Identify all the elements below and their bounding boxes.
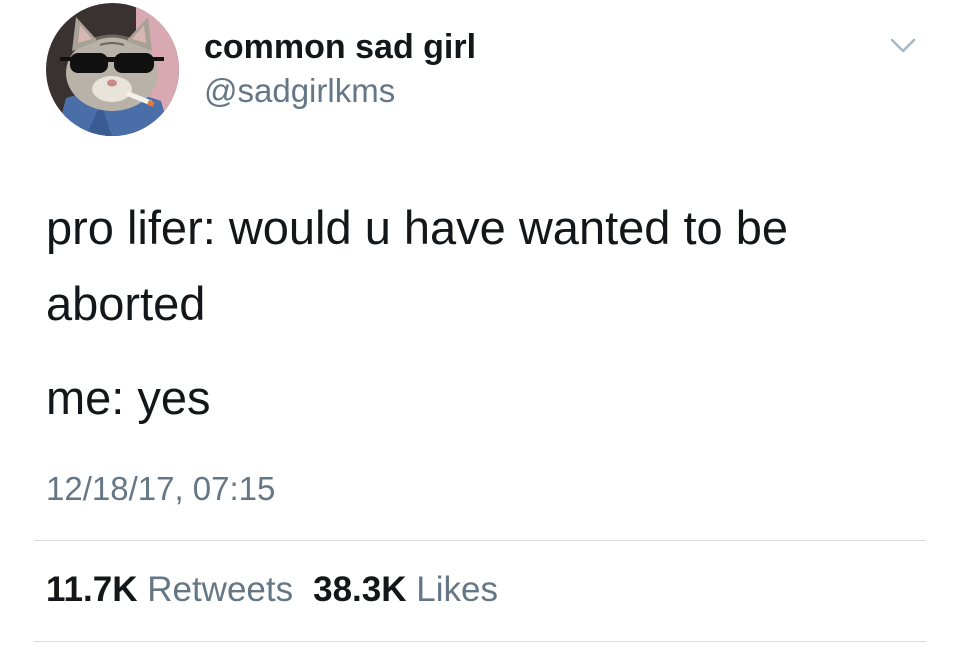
- tweet-card: common sad girl @sadgirlkms pro lifer: w…: [0, 0, 960, 647]
- display-name[interactable]: common sad girl: [204, 28, 476, 67]
- tweet-text-line: me: yes: [46, 371, 211, 425]
- tweet-text: pro lifer: would u have wanted to be abo…: [46, 190, 926, 436]
- user-handle[interactable]: @sadgirlkms: [204, 72, 395, 110]
- retweets-count: 11.7K: [46, 570, 138, 609]
- likes-stat[interactable]: 38.3K Likes: [313, 570, 498, 609]
- likes-label: Likes: [416, 570, 498, 609]
- retweets-label: Retweets: [147, 570, 294, 609]
- timestamp[interactable]: 12/18/17, 07:15: [46, 470, 275, 508]
- cat-avatar-icon: [46, 3, 179, 136]
- avatar[interactable]: [46, 3, 179, 136]
- chevron-down-icon[interactable]: [886, 34, 920, 58]
- divider: [34, 641, 926, 642]
- tweet-stats: 11.7K Retweets 38.3K Likes: [46, 570, 498, 610]
- divider: [34, 540, 926, 541]
- tweet-text-line: pro lifer: would u have wanted to be abo…: [46, 201, 789, 331]
- likes-count: 38.3K: [313, 570, 407, 609]
- retweets-stat[interactable]: 11.7K Retweets: [46, 570, 293, 609]
